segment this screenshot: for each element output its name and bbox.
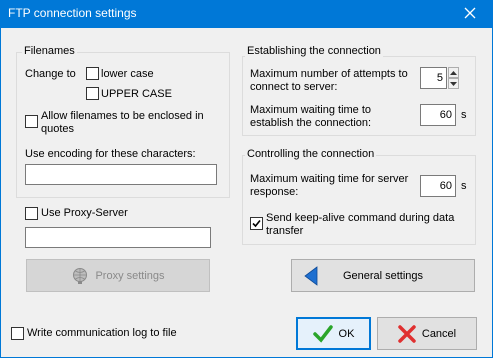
checkmark-icon (312, 324, 333, 343)
max-attempts-spinner[interactable] (448, 67, 459, 89)
arrow-left-icon (304, 266, 318, 286)
keepalive-checkbox[interactable] (250, 217, 263, 230)
keepalive-label-line2[interactable]: transfer (266, 225, 303, 238)
close-button[interactable] (447, 0, 493, 28)
ok-button[interactable]: OK (296, 317, 371, 350)
max-wait-unit: s (461, 109, 467, 121)
checkmark-icon (252, 219, 261, 228)
spin-down-icon[interactable] (448, 78, 459, 89)
lower-case-label[interactable]: lower case (101, 68, 154, 81)
use-proxy-checkbox[interactable] (25, 207, 38, 220)
window-title: FTP connection settings (8, 6, 137, 20)
encoding-label: Use encoding for these characters: (25, 148, 196, 160)
upper-case-label[interactable]: UPPER CASE (101, 88, 172, 101)
server-wait-label-line2: response: (250, 186, 299, 198)
max-wait-input[interactable]: 60 (420, 104, 456, 126)
change-to-label: Change to (25, 68, 76, 80)
max-attempts-label-line1: Maximum number of attempts to (250, 68, 408, 80)
write-log-checkbox[interactable] (11, 327, 24, 340)
establishing-group-label: Establishing the connection (245, 45, 383, 57)
filenames-group-label: Filenames (22, 45, 77, 57)
server-wait-input[interactable]: 60 (420, 175, 456, 197)
globe-icon (71, 267, 89, 285)
controlling-group-label: Controlling the connection (245, 148, 377, 160)
server-wait-unit: s (461, 180, 467, 192)
close-icon (464, 7, 476, 22)
max-attempts-label-line2: connect to server: (250, 81, 338, 93)
general-settings-label: General settings (342, 269, 424, 282)
title-bar: FTP connection settings (0, 0, 493, 28)
write-log-label[interactable]: Write communication log to file (27, 327, 177, 340)
general-settings-button[interactable]: General settings (291, 259, 475, 292)
max-attempts-input[interactable]: 5 (420, 67, 447, 89)
keepalive-label-line1[interactable]: Send keep-alive command during data (266, 212, 454, 225)
cancel-button[interactable]: Cancel (377, 317, 477, 350)
allow-enclosed-label-line1[interactable]: Allow filenames to be enclosed in (41, 110, 204, 123)
spin-up-icon[interactable] (448, 67, 459, 78)
use-proxy-label[interactable]: Use Proxy-Server (41, 207, 128, 220)
max-wait-label-line2: establish the connection: (250, 117, 372, 129)
lower-case-checkbox[interactable] (86, 67, 99, 80)
encoding-input[interactable] (25, 164, 217, 185)
allow-enclosed-checkbox[interactable] (25, 115, 38, 128)
proxy-server-input[interactable] (25, 227, 211, 248)
max-wait-label-line1: Maximum waiting time to (250, 104, 372, 116)
cancel-label: Cancel (421, 327, 457, 340)
upper-case-checkbox[interactable] (86, 87, 99, 100)
cross-icon (398, 324, 416, 343)
proxy-settings-label: Proxy settings (95, 269, 165, 282)
server-wait-label-line1: Maximum waiting time for server (250, 173, 409, 185)
proxy-settings-button[interactable]: Proxy settings (26, 259, 210, 292)
allow-enclosed-label-line2[interactable]: quotes (41, 123, 74, 136)
ok-label: OK (338, 327, 355, 340)
